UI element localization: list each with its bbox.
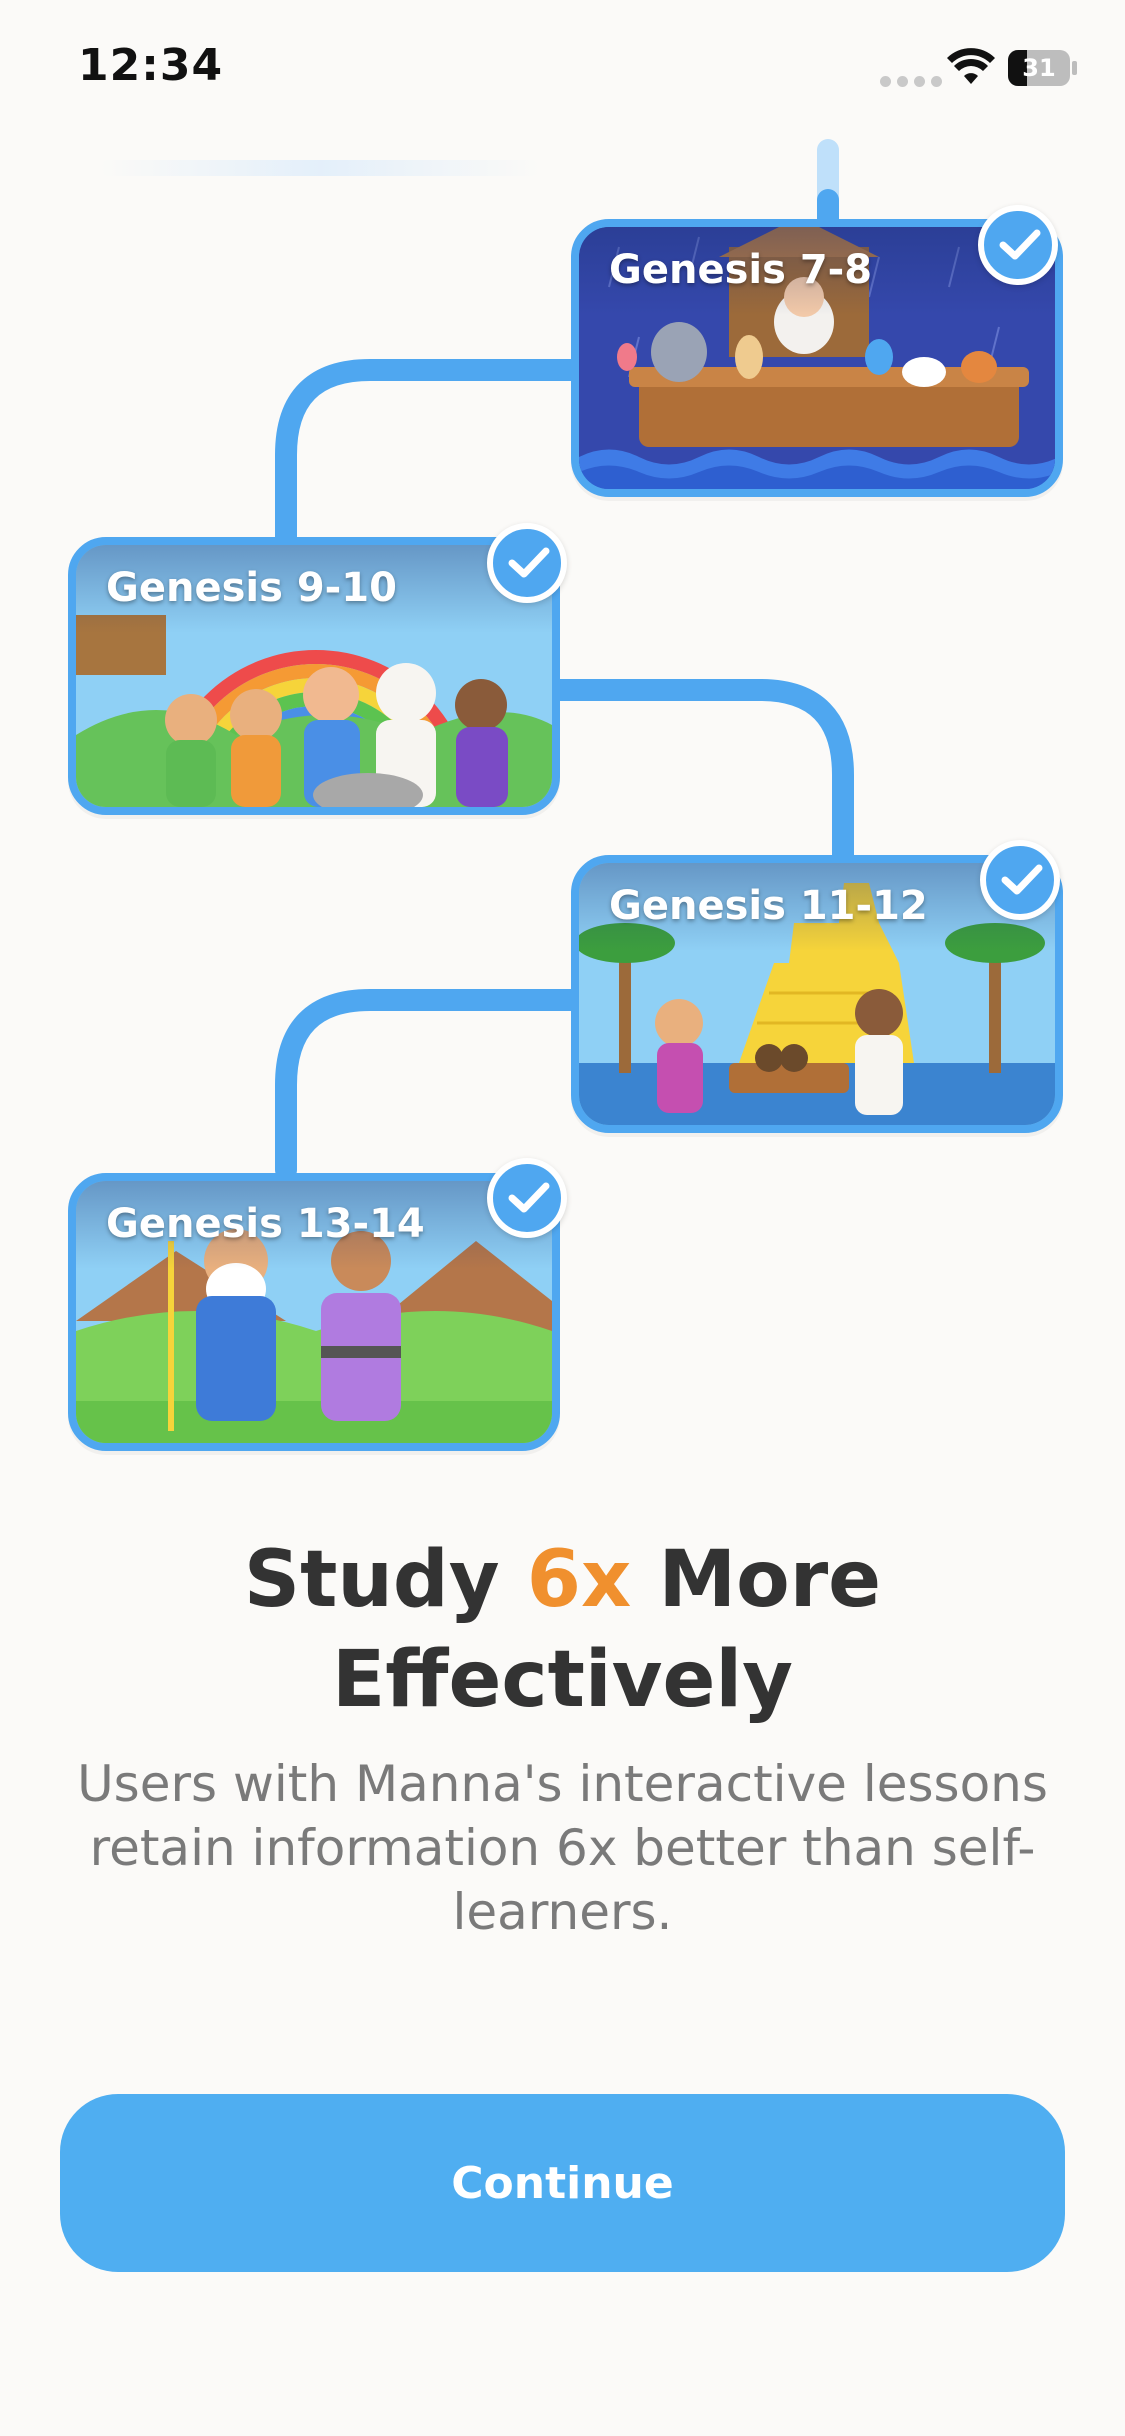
headline-suffix-2: Effectively xyxy=(332,1635,793,1725)
lesson-title: Genesis 11-12 xyxy=(609,883,928,929)
check-icon xyxy=(978,205,1058,285)
headline-suffix-1: More xyxy=(631,1535,882,1625)
lesson-card-genesis-9-10[interactable]: Genesis 9-10 xyxy=(68,537,560,815)
subtext: Users with Manna's interactive lessons r… xyxy=(77,1755,1048,1941)
check-icon xyxy=(980,840,1060,920)
lesson-title: Genesis 7-8 xyxy=(609,247,873,293)
check-icon xyxy=(487,1158,567,1238)
headline-prefix: Study xyxy=(243,1535,527,1625)
check-icon xyxy=(487,523,567,603)
continue-button[interactable]: Continue xyxy=(60,2094,1065,2272)
lesson-title: Genesis 13-14 xyxy=(106,1201,425,1247)
headline: Study 6x More Effectively xyxy=(0,1530,1125,1730)
lesson-title: Genesis 9-10 xyxy=(106,565,397,611)
headline-accent: 6x xyxy=(526,1535,632,1625)
lesson-card-genesis-13-14[interactable]: Genesis 13-14 xyxy=(68,1173,560,1451)
